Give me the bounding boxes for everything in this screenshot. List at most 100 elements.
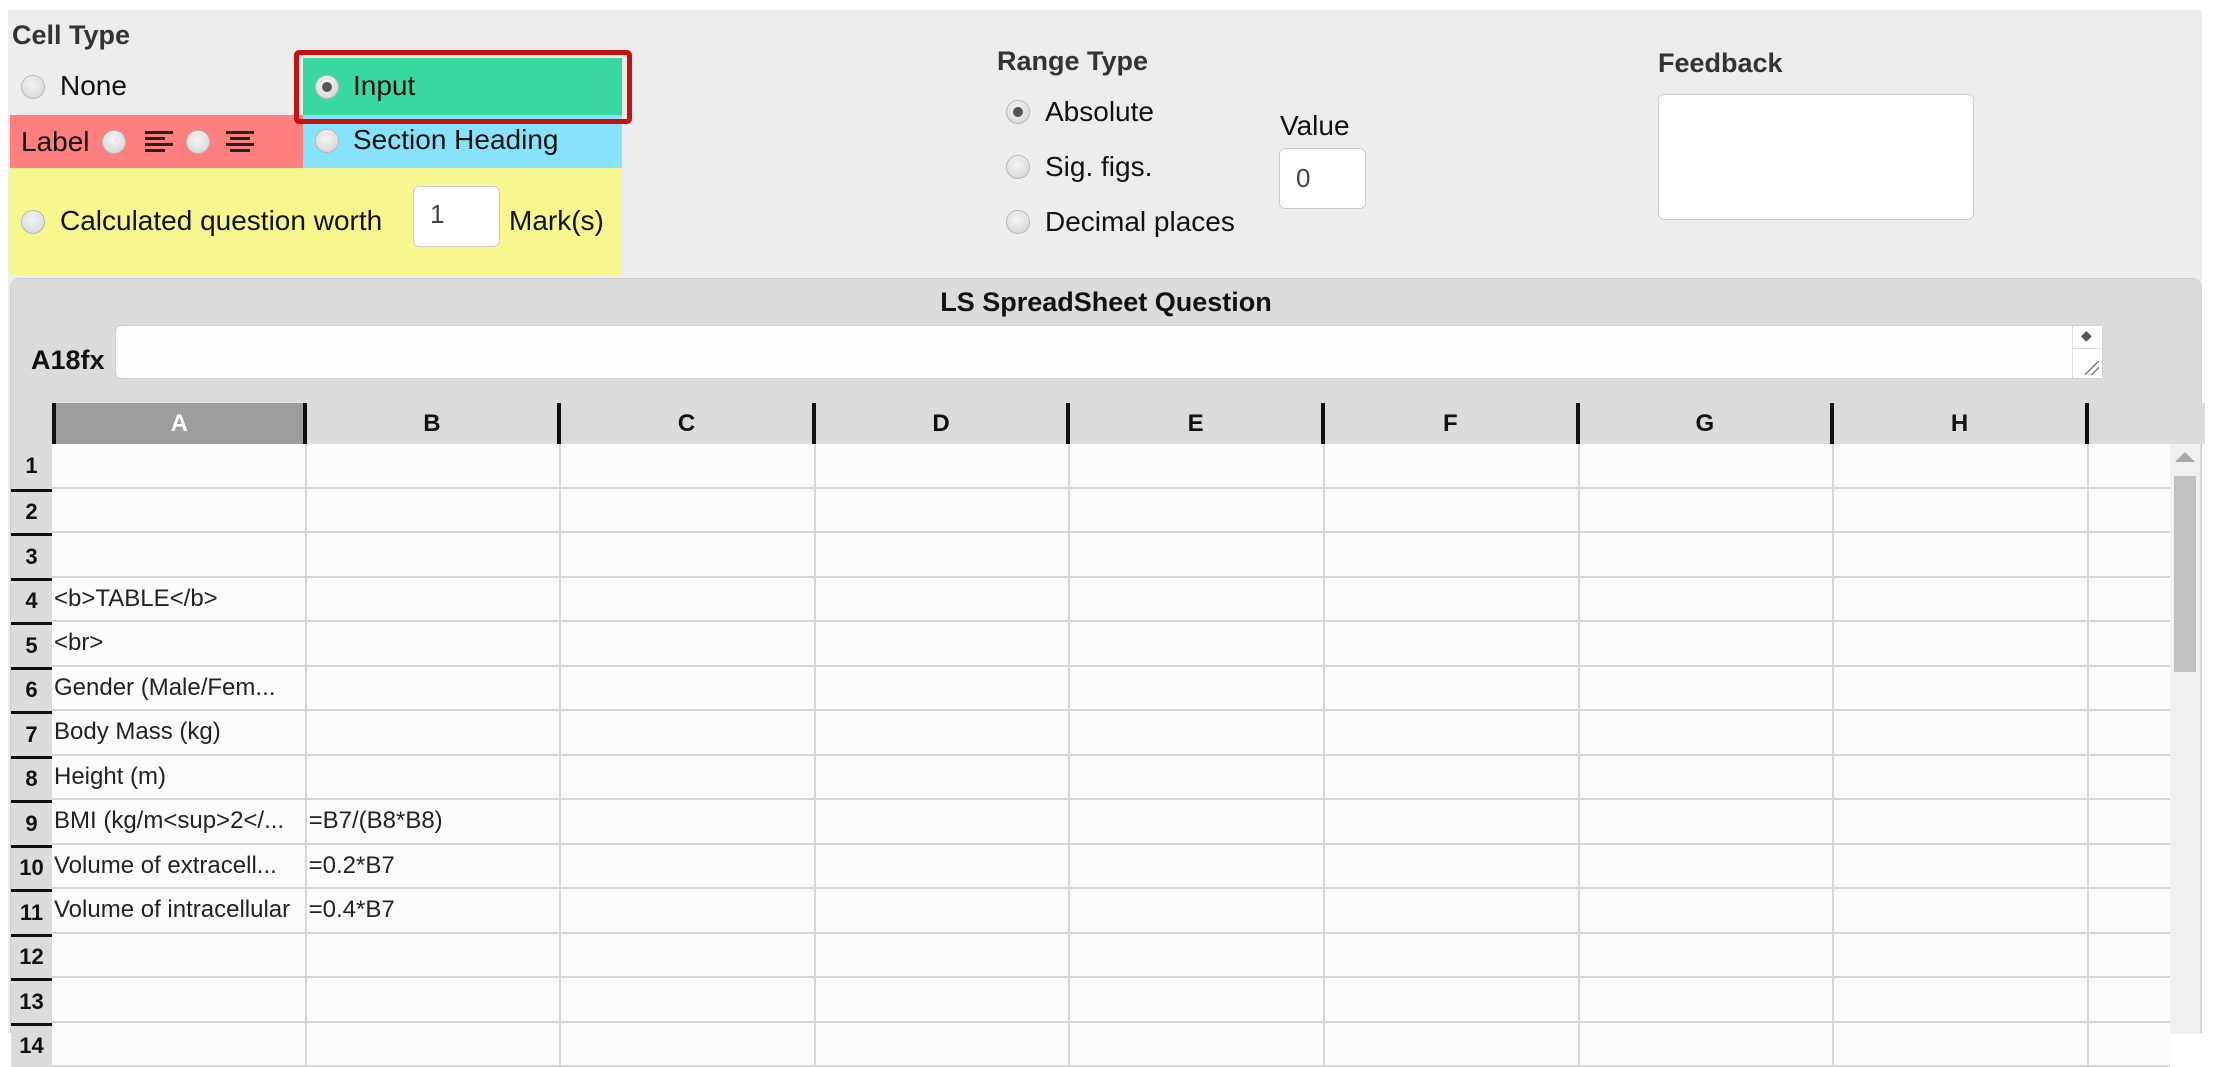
row-header[interactable]: 3 (11, 533, 52, 578)
row-header[interactable]: 4 (11, 578, 52, 623)
cell-d3[interactable] (816, 533, 1071, 578)
cell-h8[interactable] (1834, 756, 2089, 801)
cell-e9[interactable] (1070, 800, 1325, 845)
cell-d11[interactable] (816, 889, 1071, 934)
cell-e12[interactable] (1070, 934, 1325, 979)
row-header[interactable]: 11 (11, 889, 52, 934)
cell-f2[interactable] (1325, 489, 1580, 534)
cell-h7[interactable] (1834, 711, 2089, 756)
cell-h14[interactable] (1834, 1023, 2089, 1067)
cell-h12[interactable] (1834, 934, 2089, 979)
row-header[interactable]: 10 (11, 845, 52, 890)
label-align-center-radio[interactable] (186, 130, 210, 154)
cell-c4[interactable] (561, 578, 816, 623)
cell-b5[interactable] (307, 622, 562, 667)
cell-g4[interactable] (1580, 578, 1835, 623)
cell-a10[interactable]: Volume of extracell... (52, 845, 307, 890)
column-header-b[interactable]: B (307, 403, 562, 444)
cell-g7[interactable] (1580, 711, 1835, 756)
feedback-textarea[interactable] (1658, 94, 1974, 220)
cell-f13[interactable] (1325, 978, 1580, 1023)
cell-f14[interactable] (1325, 1023, 1580, 1067)
cell-f10[interactable] (1325, 845, 1580, 890)
label-align-left-radio[interactable] (102, 130, 126, 154)
cell-h9[interactable] (1834, 800, 2089, 845)
cell-c8[interactable] (561, 756, 816, 801)
column-header-f[interactable]: F (1325, 403, 1580, 444)
cell-a8[interactable]: Height (m) (52, 756, 307, 801)
cell-f1[interactable] (1325, 444, 1580, 489)
cell-d8[interactable] (816, 756, 1071, 801)
cell-a1[interactable] (52, 444, 307, 489)
none-radio[interactable] (21, 75, 45, 99)
column-header-d[interactable]: D (816, 403, 1071, 444)
cell-h6[interactable] (1834, 667, 2089, 712)
cell-h13[interactable] (1834, 978, 2089, 1023)
cell-f6[interactable] (1325, 667, 1580, 712)
cell-b13[interactable] (307, 978, 562, 1023)
vertical-scrollbar[interactable] (2170, 444, 2200, 1034)
cell-d14[interactable] (816, 1023, 1071, 1067)
cell-a14[interactable] (52, 1023, 307, 1067)
cell-g9[interactable] (1580, 800, 1835, 845)
cell-e8[interactable] (1070, 756, 1325, 801)
cell-e14[interactable] (1070, 1023, 1325, 1067)
cell-a3[interactable] (52, 533, 307, 578)
cell-b1[interactable] (307, 444, 562, 489)
absolute-radio[interactable] (1006, 100, 1030, 124)
decimal-places-radio[interactable] (1006, 210, 1030, 234)
calculated-radio[interactable] (21, 210, 45, 234)
row-header[interactable]: 6 (11, 667, 52, 712)
cell-a11[interactable]: Volume of intracellular (52, 889, 307, 934)
cell-d1[interactable] (816, 444, 1071, 489)
cell-d4[interactable] (816, 578, 1071, 623)
cell-a7[interactable]: Body Mass (kg) (52, 711, 307, 756)
cell-a2[interactable] (52, 489, 307, 534)
cell-b12[interactable] (307, 934, 562, 979)
cell-f5[interactable] (1325, 622, 1580, 667)
cell-c11[interactable] (561, 889, 816, 934)
cell-c6[interactable] (561, 667, 816, 712)
cell-d7[interactable] (816, 711, 1071, 756)
cell-b2[interactable] (307, 489, 562, 534)
cell-e2[interactable] (1070, 489, 1325, 534)
cell-a5[interactable]: <br> (52, 622, 307, 667)
cell-b6[interactable] (307, 667, 562, 712)
cell-h2[interactable] (1834, 489, 2089, 534)
cell-e1[interactable] (1070, 444, 1325, 489)
cell-g12[interactable] (1580, 934, 1835, 979)
sig-figs-radio[interactable] (1006, 155, 1030, 179)
row-header[interactable]: 5 (11, 622, 52, 667)
cell-c7[interactable] (561, 711, 816, 756)
cell-c12[interactable] (561, 934, 816, 979)
row-header[interactable]: 2 (11, 489, 52, 534)
cell-c1[interactable] (561, 444, 816, 489)
marks-input[interactable]: 1 (413, 186, 500, 247)
cell-c13[interactable] (561, 978, 816, 1023)
row-header[interactable]: 13 (11, 978, 52, 1023)
cell-d10[interactable] (816, 845, 1071, 890)
cell-g5[interactable] (1580, 622, 1835, 667)
cell-a4[interactable]: <b>TABLE</b> (52, 578, 307, 623)
cell-f12[interactable] (1325, 934, 1580, 979)
cell-f3[interactable] (1325, 533, 1580, 578)
cell-f9[interactable] (1325, 800, 1580, 845)
cell-a6[interactable]: Gender (Male/Fem... (52, 667, 307, 712)
cell-c2[interactable] (561, 489, 816, 534)
column-header-a[interactable]: A (52, 403, 307, 444)
cell-b14[interactable] (307, 1023, 562, 1067)
cell-b11[interactable]: =0.4*B7 (307, 889, 562, 934)
cell-e7[interactable] (1070, 711, 1325, 756)
cell-a9[interactable]: BMI (kg/m<sup>2</... (52, 800, 307, 845)
column-header-e[interactable]: E (1070, 403, 1325, 444)
row-header[interactable]: 14 (11, 1023, 52, 1067)
cell-c5[interactable] (561, 622, 816, 667)
cell-c3[interactable] (561, 533, 816, 578)
cell-e10[interactable] (1070, 845, 1325, 890)
cell-g6[interactable] (1580, 667, 1835, 712)
cell-g3[interactable] (1580, 533, 1835, 578)
cell-c9[interactable] (561, 800, 816, 845)
row-header[interactable]: 1 (11, 444, 52, 489)
cell-g10[interactable] (1580, 845, 1835, 890)
cell-b8[interactable] (307, 756, 562, 801)
